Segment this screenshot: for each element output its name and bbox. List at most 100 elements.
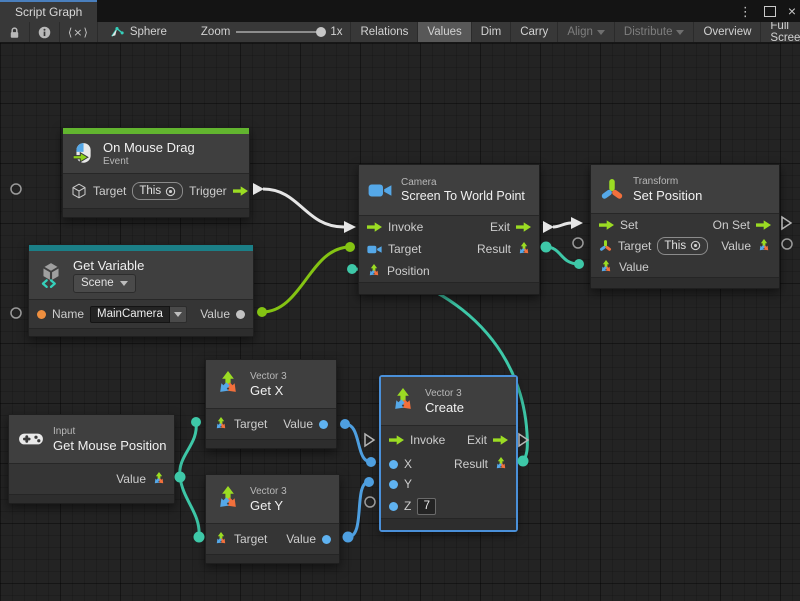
zoom-slider[interactable] [236, 31, 324, 33]
node-caption: Camera [401, 177, 525, 188]
value-output-port[interactable] [319, 420, 328, 429]
node-title: Get X [250, 383, 287, 398]
vector3-port-icon[interactable] [214, 532, 228, 546]
flow-out-port[interactable] [493, 435, 508, 445]
port-label-target: Target [388, 242, 421, 256]
port-label-x: X [404, 457, 412, 471]
cube-icon [71, 183, 87, 199]
flow-in-port[interactable] [367, 222, 382, 232]
graph-name: Sphere [130, 26, 167, 38]
node-title: On Mouse Drag [103, 140, 195, 155]
transform-icon [600, 177, 624, 201]
node-vector3-create[interactable]: Vector 3 Create Invoke Exit X Result Y [380, 376, 517, 531]
vector3-port-icon[interactable] [494, 457, 508, 471]
vector3-port-icon[interactable] [757, 239, 771, 253]
graph-breadcrumb[interactable]: Sphere [98, 22, 175, 42]
node-get-variable[interactable]: Get Variable Scene Name MainCamera Value [28, 244, 254, 337]
toolbar-button-carry[interactable]: Carry [511, 22, 558, 42]
port-label-on-set: On Set [713, 218, 750, 232]
z-input-port[interactable] [389, 502, 398, 511]
vector3-port-icon[interactable] [152, 472, 166, 486]
value-output-port[interactable] [236, 310, 245, 319]
node-set-position[interactable]: Transform Set Position Set On Set Target… [590, 164, 780, 289]
x-input-port[interactable] [389, 460, 398, 469]
variable-name-field[interactable]: MainCamera [90, 306, 187, 323]
port-label-result: Result [454, 457, 488, 471]
node-caption: Vector 3 [250, 371, 287, 382]
toolbar-button-values[interactable]: Values [418, 22, 471, 42]
zoom-slider-handle[interactable] [316, 27, 326, 37]
variable-name-dropdown[interactable] [170, 306, 187, 323]
node-subtitle: Event [103, 156, 195, 167]
vector3-port-icon[interactable] [517, 242, 531, 256]
flow-out-port[interactable] [516, 222, 531, 232]
wire-mouse-to-getx[interactable] [180, 422, 197, 477]
this-chip[interactable]: This [132, 182, 183, 200]
scope-icon [165, 186, 176, 197]
port-label-exit: Exit [467, 433, 487, 447]
flow-in-port[interactable] [599, 220, 614, 230]
node-caption: Vector 3 [425, 388, 464, 399]
wire-trigger-to-invoke[interactable] [263, 189, 344, 227]
wire-getx-to-create-x[interactable] [345, 424, 371, 462]
lock-button[interactable] [0, 22, 30, 42]
this-chip[interactable]: This [657, 237, 708, 255]
y-input-port[interactable] [389, 480, 398, 489]
variable-scope-dropdown[interactable]: Scene [73, 274, 136, 293]
wire-result-to-value[interactable] [546, 247, 579, 264]
transform-port-icon[interactable] [599, 239, 612, 252]
graph-icon [110, 26, 124, 38]
node-get-mouse-position[interactable]: Input Get Mouse Position Value [8, 414, 175, 504]
dropdown-caret-icon [597, 30, 605, 35]
z-value-field[interactable]: 7 [417, 498, 436, 515]
toolbar-button-overview[interactable]: Overview [694, 22, 761, 42]
inspect-button[interactable] [30, 22, 60, 42]
toolbar-button-dim[interactable]: Dim [472, 22, 511, 42]
flow-out-port[interactable] [756, 220, 771, 230]
vector3-port-icon[interactable] [599, 260, 613, 274]
port-label-invoke: Invoke [388, 220, 423, 234]
node-get-y[interactable]: Vector 3 Get Y Target Value [205, 474, 340, 564]
toolbar-button-distribute[interactable]: Distribute [615, 22, 695, 42]
node-title: Screen To World Point [401, 189, 525, 203]
vector3-icon [390, 388, 416, 414]
toolbar-button-relations[interactable]: Relations [351, 22, 418, 42]
node-get-x[interactable]: Vector 3 Get X Target Value [205, 359, 337, 449]
flow-out-port[interactable] [233, 186, 248, 196]
port-label-y: Y [404, 477, 412, 491]
port-label-target: Target [93, 184, 126, 198]
wire-exit-to-set[interactable] [553, 223, 571, 227]
port-label-target: Target [234, 532, 267, 546]
graph-canvas[interactable]: On Mouse Drag Event Target This Trigger … [0, 43, 800, 601]
name-input-port[interactable] [37, 310, 46, 319]
port-label-name: Name [52, 307, 84, 321]
toolbar-button-align[interactable]: Align [558, 22, 615, 42]
close-icon[interactable]: × [788, 4, 796, 18]
dropdown-caret-icon [120, 281, 128, 286]
node-on-mouse-drag[interactable]: On Mouse Drag Event Target This Trigger [62, 127, 250, 218]
flow-in-port[interactable] [389, 435, 404, 445]
port-label-invoke: Invoke [410, 433, 445, 447]
edit-graph-button[interactable]: ⟨×⟩ [60, 22, 98, 42]
dropdown-caret-icon [676, 30, 684, 35]
window-menu-icon[interactable]: ⋮ [739, 5, 752, 18]
port-label-target: Target [618, 239, 651, 253]
value-output-port[interactable] [322, 535, 331, 544]
vector3-port-icon[interactable] [367, 264, 381, 278]
wire-gety-to-create-y[interactable] [348, 482, 369, 537]
camera-port-icon[interactable] [367, 244, 382, 255]
code-icon: ⟨×⟩ [68, 26, 89, 39]
node-title: Create [425, 400, 464, 415]
node-screen-to-world-point[interactable]: Camera Screen To World Point Invoke Exit… [358, 164, 540, 295]
zoom-value: 1x [330, 26, 342, 38]
wire-variable-to-target[interactable] [262, 247, 350, 312]
port-label-value-in: Value [619, 260, 649, 274]
maximize-icon[interactable] [764, 6, 776, 17]
unity-variable-icon [38, 261, 64, 289]
toolbar-button-fullscreen[interactable]: Full Screen [761, 22, 800, 42]
vector3-port-icon[interactable] [214, 417, 228, 431]
node-title: Get Y [250, 498, 287, 513]
tab-script-graph[interactable]: Script Graph [0, 0, 97, 22]
wire-mouse-to-gety[interactable] [180, 477, 199, 537]
port-label-set: Set [620, 218, 638, 232]
